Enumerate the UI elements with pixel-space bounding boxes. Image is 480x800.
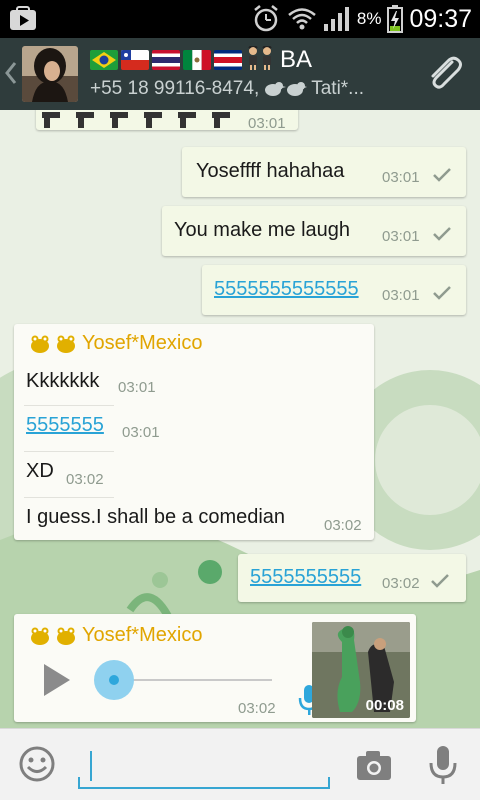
divider [24, 405, 114, 406]
thailand-flag-icon [152, 50, 180, 70]
text-caret [90, 751, 92, 781]
message-time: 03:02 [382, 575, 420, 592]
message-time: 03:02 [238, 700, 276, 717]
sent-tick-icon [433, 286, 451, 300]
clock: 09:37 [409, 4, 472, 33]
dancers-emoji-icon [245, 45, 275, 74]
message-bubble-outgoing[interactable]: 5555555555 03:02 [238, 554, 466, 602]
message-link[interactable]: 5555555555555 [214, 278, 359, 301]
sent-tick-icon [433, 168, 451, 182]
message-bubble-outgoing[interactable]: You make me laugh 03:01 [162, 206, 466, 256]
frog-emoji-icon [31, 335, 75, 353]
battery-charging-icon [387, 5, 404, 33]
alarm-icon [254, 5, 278, 32]
camera-icon[interactable] [356, 749, 392, 781]
participants-tail: Tati*... [311, 78, 365, 99]
pistols-emoji-row [42, 112, 230, 128]
message-bubble-outgoing[interactable]: 5555555555555 03:01 [202, 265, 466, 315]
message-text: Yoseffff hahahaa [196, 160, 345, 182]
message-input-field[interactable] [78, 743, 330, 789]
participants-text: +55 18 99116-8474, [90, 78, 260, 99]
emoji-icon[interactable] [18, 745, 56, 783]
mexico-flag-icon [183, 50, 211, 70]
message-text: You make me laugh [174, 219, 351, 241]
message-text: I guess.I shall be a comedian [26, 506, 286, 528]
message-time: 03:02 [324, 517, 362, 534]
wifi-icon [288, 8, 316, 30]
message-time: 03:01 [382, 287, 420, 304]
message-text: Kkkkkkk [26, 370, 100, 392]
bird-emoji-icon [265, 82, 308, 96]
divider [24, 451, 114, 452]
message-link[interactable]: 5555555555 [250, 566, 361, 589]
sender-label: Yosef*Mexico [82, 624, 203, 646]
signal-icon [323, 7, 349, 31]
audio-seek-bar[interactable] [94, 660, 274, 700]
play-store-icon [10, 6, 36, 30]
costa-rica-flag-icon [214, 50, 242, 70]
audio-seek-handle[interactable] [94, 660, 134, 700]
message-link[interactable]: 5555555 [26, 414, 104, 437]
divider [24, 497, 114, 498]
message-bubble-outgoing[interactable]: Yoseffff hahahaa 03:01 [182, 147, 466, 197]
brazil-flag-icon [90, 50, 118, 70]
play-icon[interactable] [40, 662, 72, 698]
message-bubble-incoming[interactable]: Yosef*Mexico Kkkkkkk 03:01 5555555 03:01… [14, 324, 374, 540]
mic-icon[interactable] [428, 745, 458, 785]
sender-name[interactable]: Yosef*Mexico [30, 332, 202, 355]
avatar[interactable] [22, 46, 78, 102]
message-time: 03:01 [382, 169, 420, 186]
message-text: XD [26, 460, 54, 482]
audio-progress-track [114, 679, 272, 681]
attach-paperclip-icon[interactable] [422, 52, 466, 96]
group-name: BA [280, 46, 313, 73]
frog-emoji-icon [31, 627, 75, 645]
group-participants: +55 18 99116-8474, Tati*... [90, 78, 364, 100]
message-bubble-partial[interactable]: 03:01 [36, 110, 298, 132]
chile-flag-icon [121, 50, 149, 70]
message-time: 03:01 [248, 115, 286, 132]
voice-message-bubble[interactable]: Yosef*Mexico 03:02 00:08 [14, 614, 416, 722]
video-thumbnail[interactable]: 00:08 [312, 622, 410, 718]
sender-name[interactable]: Yosef*Mexico [30, 624, 202, 647]
message-time: 03:01 [122, 424, 160, 441]
chat-header[interactable]: BA +55 18 99116-8474, Tati*... [0, 38, 480, 110]
status-bar: 8% 09:37 [0, 0, 480, 38]
sent-tick-icon [431, 574, 449, 588]
message-time: 03:01 [382, 228, 420, 245]
battery-percentage: 8% [356, 9, 382, 28]
video-duration: 00:08 [365, 697, 404, 714]
compose-bar [0, 728, 480, 800]
message-time: 03:01 [118, 379, 156, 396]
group-title[interactable]: BA [90, 45, 313, 74]
sender-label: Yosef*Mexico [82, 332, 203, 354]
sent-tick-icon [433, 227, 451, 241]
message-time: 03:02 [66, 471, 104, 488]
chat-area[interactable]: 03:01 Yoseffff hahahaa 03:01 You make me… [0, 110, 480, 728]
message-input[interactable] [94, 749, 324, 783]
back-chevron-icon[interactable] [4, 60, 18, 86]
